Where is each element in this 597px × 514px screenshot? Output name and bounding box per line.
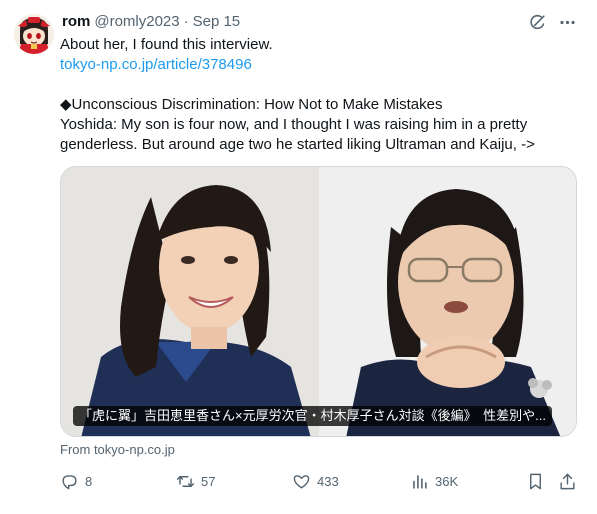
views-button[interactable]: 36K [410, 470, 458, 492]
reply-icon [62, 474, 77, 489]
avatar-image [14, 14, 54, 54]
text-line: ◆Unconscious Discrimination: How Not to … [60, 96, 443, 113]
more-icon[interactable] [557, 12, 577, 32]
tweet-text: About her, I found this interview. tokyo… [60, 35, 575, 155]
text-line: genderless. But around age two he starte… [60, 136, 535, 153]
like-button[interactable]: 433 [292, 470, 339, 492]
link-card[interactable]: 「虎に翼」吉田恵里香さん×元厚労次官・村木厚子さん対談《後編》 性差別や... [60, 166, 577, 437]
bookmark-icon [530, 473, 541, 489]
like-count: 433 [317, 473, 339, 489]
action-bar: 8 57 433 36K [60, 470, 580, 492]
author-handle[interactable]: @romly2023 [94, 13, 179, 30]
views-count: 36K [435, 473, 459, 489]
text-line: Yoshida: My son is four now, and I thoug… [60, 116, 528, 133]
share-button[interactable] [558, 470, 577, 492]
repost-icon [176, 475, 195, 487]
views-icon [413, 474, 427, 489]
tweet[interactable]: rom @romly2023 · Sep 15 About her, I fou… [0, 0, 597, 514]
tweet-header: rom @romly2023 · Sep 15 [62, 10, 240, 32]
avatar[interactable] [14, 14, 54, 54]
reply-count: 8 [85, 473, 93, 489]
author-name[interactable]: rom [62, 13, 90, 30]
repost-button[interactable]: 57 [176, 470, 215, 492]
card-image [61, 167, 576, 436]
card-source[interactable]: From tokyo-np.co.jp [60, 442, 175, 457]
share-icon [560, 473, 575, 489]
bookmark-button[interactable] [526, 470, 545, 492]
timestamp[interactable]: Sep 15 [193, 13, 241, 30]
text-line: About her, I found this interview. [60, 36, 273, 53]
card-caption: 「虎に翼」吉田恵里香さん×元厚労次官・村木厚子さん対談《後編》 性差別や... [73, 406, 552, 426]
like-icon [293, 474, 310, 489]
top-icons [527, 12, 577, 32]
repost-count: 57 [201, 473, 216, 489]
grok-icon[interactable] [527, 12, 547, 32]
separator-dot: · [183, 12, 189, 30]
reply-button[interactable]: 8 [60, 470, 92, 492]
article-link[interactable]: tokyo-np.co.jp/article/378496 [60, 55, 575, 75]
